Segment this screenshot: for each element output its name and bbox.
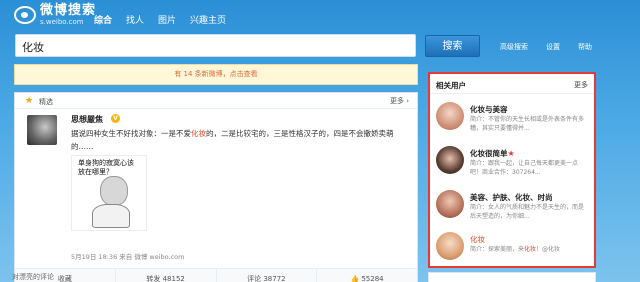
related-user-item[interactable]: 美容、护肤、化妆、时尚 简介：女人的气质和魅力不是天生的，而是后天塑造的，为你细… — [430, 188, 594, 228]
weibo-eye-icon — [14, 6, 36, 24]
feed-section-label: 精选 — [39, 98, 53, 106]
user-avatar[interactable] — [436, 146, 464, 174]
post-meta[interactable]: 5月19日 18:36 来自 微博 weibo.com — [71, 251, 184, 261]
meme-face-icon — [100, 176, 128, 206]
post-keyword-highlight: 化妆 — [191, 129, 206, 138]
logo-title: 微博搜索 — [40, 3, 97, 18]
main-column: 有 14 条新微博，点击查看 ★ 精选 更多 › 思想嚴焦 V 据说四种女生不好… — [14, 64, 418, 282]
post-text-start: 据说四种女生不好找对象：一是不爱 — [71, 129, 191, 138]
results-feed: ★ 精选 更多 › 思想嚴焦 V 据说四种女生不好找对象：一是不爱化妆的，二是比… — [14, 92, 418, 282]
post-text: 据说四种女生不好找对象：一是不爱化妆的，二是比较宅的，三是性格汉子的，四是不会撒… — [71, 127, 411, 153]
related-user-item[interactable]: 化妆 简介：探索美丽，来化妆！@化妆 — [430, 230, 594, 270]
tab-images[interactable]: 图片 — [158, 13, 176, 26]
user-description: 简介：探索美丽，来化妆！@化妆 — [470, 245, 588, 254]
related-users-panel: 相关用户 更多 化妆与美容 简介：不管你的天生长相或是外表条件有多糟，其实只要懂… — [428, 72, 596, 268]
user-name[interactable]: 化妆很简单★ — [470, 148, 515, 159]
weibo-search-logo[interactable]: 微博搜索 s.weibo.com — [14, 4, 96, 26]
related-user-item[interactable]: 化妆很简单★ 简介：跟我一起，让自己每天都更美一点吧！商业合作：307264..… — [430, 144, 594, 184]
like-button[interactable]: 👍 55284 — [317, 269, 417, 282]
settings-link[interactable]: 设置 — [546, 42, 560, 52]
related-users-more[interactable]: 更多 — [574, 80, 588, 90]
post-item: 思想嚴焦 V 据说四种女生不好找对象：一是不爱化妆的，二是比较宅的，三是性格汉子… — [15, 111, 417, 231]
thumbs-up-icon: 👍 — [350, 275, 360, 282]
user-name-text: 化妆很简单 — [470, 149, 508, 158]
user-description: 简介：跟我一起，让自己每天都更美一点吧！商业合作：307264... — [470, 160, 579, 176]
star-icon: ★ — [507, 149, 515, 158]
user-description: 简介：女人的气质和魅力不是天生的，而是后天塑造的，为你细... — [470, 204, 585, 220]
user-avatar[interactable] — [436, 190, 464, 218]
star-icon: ★ — [25, 96, 34, 106]
related-users-title: 相关用户 — [436, 81, 466, 90]
user-description: 简介：不管你的天生长相或是外表条件有多糟，其实只要懂得并... — [470, 116, 585, 132]
user-avatar[interactable] — [436, 102, 464, 130]
verified-badge-icon: V — [111, 114, 120, 123]
tab-general[interactable]: 综合 — [94, 13, 112, 26]
user-description-end: ！@化妆 — [536, 246, 561, 253]
tab-find-people[interactable]: 找人 — [126, 13, 144, 26]
post-actions: 收藏 转发 48152 评论 38772 👍 55284 — [15, 268, 417, 282]
search-category-tabs: 综合 找人 图片 兴趣主页 — [94, 13, 240, 26]
user-description-start: 简介：探索美丽，来 — [470, 246, 525, 253]
advanced-search-link[interactable]: 高级搜索 — [500, 42, 528, 52]
meme-body — [92, 204, 130, 228]
author-avatar[interactable] — [27, 115, 57, 145]
like-count: 55284 — [361, 275, 384, 282]
user-name[interactable]: 化妆 — [470, 234, 485, 245]
comments-subheading: 对漂亮的评论 — [12, 273, 54, 281]
user-avatar[interactable] — [436, 232, 464, 260]
user-name[interactable]: 美容、护肤、化妆、时尚 — [470, 192, 553, 203]
post-image[interactable]: 单身狗的寂寞心该放在哪里？ — [71, 155, 147, 231]
search-button[interactable]: 搜索 — [425, 35, 480, 57]
related-users-header: 相关用户 更多 — [430, 74, 594, 94]
user-keyword-highlight: 化妆 — [524, 246, 537, 253]
post-author[interactable]: 思想嚴焦 — [71, 114, 103, 125]
secondary-side-panel — [428, 272, 596, 282]
feed-more-link[interactable]: 更多 › — [390, 96, 409, 106]
search-links: 高级搜索 设置 帮助 — [500, 42, 610, 52]
logo-subtitle: s.weibo.com — [40, 18, 84, 26]
tab-interest-pages[interactable]: 兴趣主页 — [190, 13, 226, 26]
top-navigation: 微博搜索 s.weibo.com 综合 找人 图片 兴趣主页 — [0, 0, 640, 30]
meme-caption: 单身狗的寂寞心该放在哪里？ — [78, 159, 134, 176]
feed-header: ★ 精选 更多 › — [15, 93, 417, 109]
search-input[interactable]: 化妆 — [15, 34, 416, 57]
repost-button[interactable]: 转发 48152 — [116, 269, 217, 282]
help-link[interactable]: 帮助 — [578, 42, 592, 52]
new-posts-notice[interactable]: 有 14 条新微博，点击查看 — [14, 64, 418, 85]
comment-button[interactable]: 评论 38772 — [217, 269, 318, 282]
related-user-item[interactable]: 化妆与美容 简介：不管你的天生长相或是外表条件有多糟，其实只要懂得并... — [430, 100, 594, 140]
user-name[interactable]: 化妆与美容 — [470, 104, 508, 115]
logo-text: 微博搜索 s.weibo.com — [40, 3, 97, 27]
